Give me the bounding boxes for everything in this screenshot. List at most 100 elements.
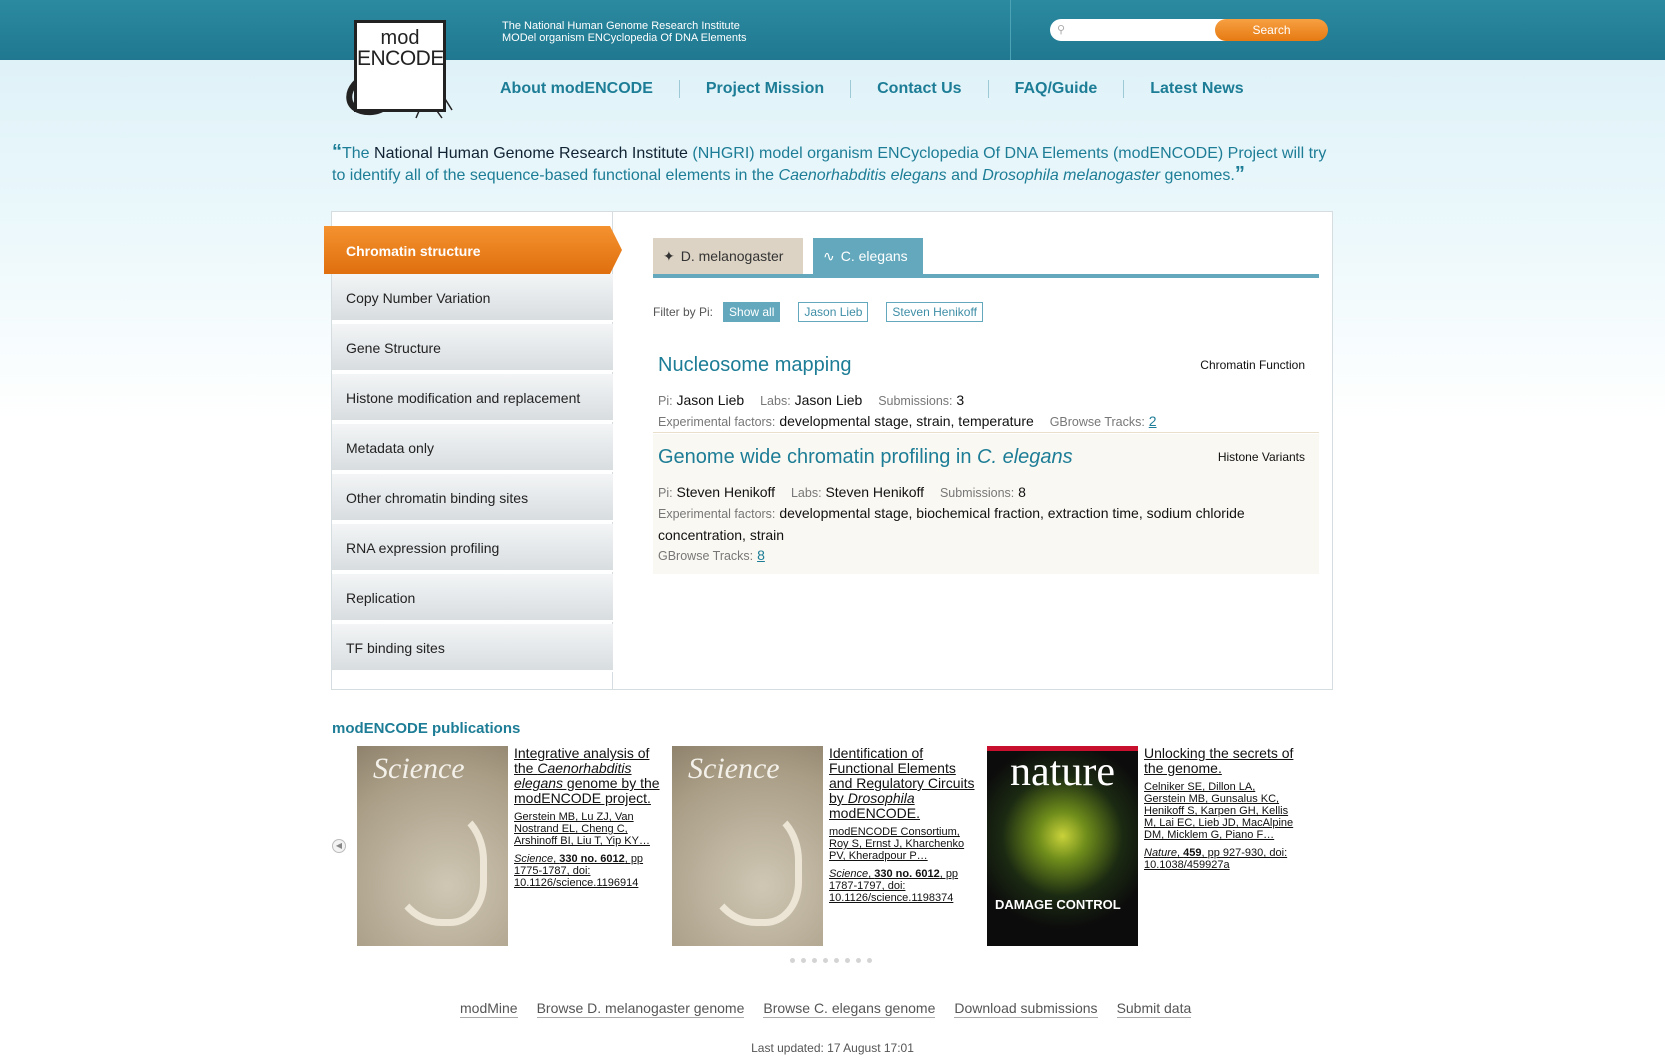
submissions-value: 8 [1018,484,1026,500]
project-title[interactable]: Genome wide chromatin profiling in C. el… [658,446,1073,469]
publication-title[interactable]: Unlocking the secrets of the genome. [1144,746,1294,776]
sidebar-item-rna-expression[interactable]: RNA expression profiling [332,524,613,572]
filter-label: Filter by Pi: [653,305,714,319]
publications-heading: modENCODE publications [332,720,521,737]
publication-citation[interactable]: Science, 330 no. 6012, pp 1775-1787, doi… [514,853,664,889]
footer-modmine[interactable]: modMine [460,1000,518,1018]
project-people: Pi: Steven Henikoff Labs: Steven Henikof… [658,482,1298,504]
sidebar-item-other-chromatin[interactable]: Other chromatin binding sites [332,474,613,522]
factors-value: developmental stage, strain, temperature [779,413,1034,429]
sidebar-item-replication[interactable]: Replication [332,574,613,622]
publication-cover[interactable]: nature DAMAGE CONTROL [987,746,1138,946]
footer-links: modMine Browse D. melanogaster genome Br… [460,1000,1210,1018]
pager-dot[interactable] [867,958,872,963]
publication-citation[interactable]: Science, 330 no. 6012, pp 1787-1797, doi… [829,868,979,904]
journal-volume: 459 [1183,847,1202,859]
pager-dot[interactable] [801,958,806,963]
carousel-pager [790,958,878,963]
tab-c-elegans[interactable]: ∿ C. elegans [813,238,923,274]
cover-masthead: Science [688,752,780,785]
publication-cover[interactable]: Science [672,746,823,946]
last-updated: Last updated: 17 August 17:01 [751,1041,914,1055]
project-factors: Experimental factors: developmental stag… [658,503,1298,546]
journal-name: Science [829,868,869,880]
factors-label: Experimental factors: [658,415,776,429]
publication-item: nature DAMAGE CONTROL Unlocking the secr… [987,746,1297,946]
nav-project-mission[interactable]: Project Mission [680,80,852,98]
pager-dot[interactable] [812,958,817,963]
submissions-value: 3 [956,392,965,408]
project-category: Histone Variants [1217,450,1305,464]
project-category: Chromatin Function [1200,358,1305,372]
worm-artwork [702,806,802,926]
footer-browse-dmel[interactable]: Browse D. melanogaster genome [536,1000,745,1018]
project-factors: Experimental factors: developmental stag… [658,411,1298,433]
labs-label: Labs: [760,394,791,408]
pager-dot[interactable] [790,958,795,963]
quote-species-2: Drosophila melanogaster [982,167,1161,184]
worm-artwork [387,806,487,926]
search-button[interactable]: Search [1215,19,1328,41]
pi-label: Pi: [658,394,673,408]
tracks-link[interactable]: 8 [757,547,765,563]
quote-text-1: The [342,145,375,162]
nav-faq-guide[interactable]: FAQ/Guide [989,80,1125,98]
sidebar-item-tf-binding[interactable]: TF binding sites [332,624,613,672]
publication-title[interactable]: Identification of Functional Elements an… [829,746,979,821]
publication-authors[interactable]: Gerstein MB, Lu ZJ, Van Nostrand EL, Che… [514,811,664,847]
title-species: Drosophila [847,790,915,806]
pager-dot[interactable] [856,958,861,963]
quote-species-1: Caenorhabditis elegans [778,167,947,184]
nav-contact-us[interactable]: Contact Us [851,80,989,98]
tracks-link[interactable]: 2 [1149,413,1157,429]
title-part: modENCODE. [829,805,921,821]
publication-info: Integrative analysis of the Caenorhabdit… [514,746,664,890]
pager-dot[interactable] [845,958,850,963]
publication-info: Unlocking the secrets of the genome. Cel… [1144,746,1294,872]
pi-value: Steven Henikoff [676,484,776,500]
footer-submit-data[interactable]: Submit data [1116,1000,1192,1018]
filter-jason-lieb[interactable]: Jason Lieb [798,302,869,322]
sidebar-item-histone-modification[interactable]: Histone modification and replacement [332,374,613,422]
quote-text-5: genomes. [1160,167,1235,184]
footer-download-submissions[interactable]: Download submissions [954,1000,1098,1018]
publication-citation[interactable]: Nature, 459, pp 927-930, doi: 10.1038/45… [1144,847,1294,871]
publication-authors[interactable]: modENCODE Consortium, Roy S, Ernst J, Kh… [829,826,979,862]
header-tagline: The National Human Genome Research Insti… [502,20,747,44]
category-sidebar: Copy Number Variation Gene Structure His… [332,212,613,689]
publication-title[interactable]: Integrative analysis of the Caenorhabdit… [514,746,664,806]
pager-dot[interactable] [834,958,839,963]
publication-item: Science Identification of Functional Ele… [672,746,982,946]
pager-dot[interactable] [823,958,828,963]
publication-authors[interactable]: Celniker SE, Dillon LA, Gerstein MB, Gun… [1144,781,1294,841]
search-input[interactable] [1050,19,1230,41]
open-quote-icon: “ [332,141,342,163]
project-title[interactable]: Nucleosome mapping [658,354,851,377]
nav-about[interactable]: About modENCODE [500,80,680,98]
labs-label: Labs: [790,486,822,500]
footer-browse-cel[interactable]: Browse C. elegans genome [763,1000,936,1018]
cover-masthead: Science [373,752,465,785]
project-people: Pi: Jason Lieb Labs: Jason Lieb Submissi… [658,390,1298,412]
sidebar-item-chromatin-structure[interactable]: Chromatin structure [324,226,622,274]
nav-latest-news[interactable]: Latest News [1124,80,1269,98]
pi-label: Pi: [658,486,673,500]
journal-name: Nature [1144,847,1178,859]
sidebar-item-copy-number-variation[interactable]: Copy Number Variation [332,274,613,322]
modencode-logo[interactable]: mod ENCODE [342,14,462,124]
mission-quote: “The National Human Genome Research Inst… [332,142,1337,186]
filter-steven-henikoff[interactable]: Steven Henikoff [886,302,983,322]
journal-volume: 330 no. 6012 [559,853,625,865]
sidebar-item-gene-structure[interactable]: Gene Structure [332,324,613,372]
top-bar [0,0,1665,60]
tab-d-melanogaster[interactable]: ✦ D. melanogaster [653,238,803,274]
factors-label: Experimental factors: [658,507,776,521]
tab-d-melanogaster-label: D. melanogaster [680,248,784,264]
arrow-left-icon[interactable]: ◀ [332,839,346,853]
filter-show-all[interactable]: Show all [723,302,781,322]
publication-cover[interactable]: Science [357,746,508,946]
search-bar: ⚲ Search [1050,19,1328,41]
organism-tabs: ✦ D. melanogaster ∿ C. elegans [653,238,933,274]
sidebar-item-metadata-only[interactable]: Metadata only [332,424,613,472]
submissions-label: Submissions: [878,394,953,408]
